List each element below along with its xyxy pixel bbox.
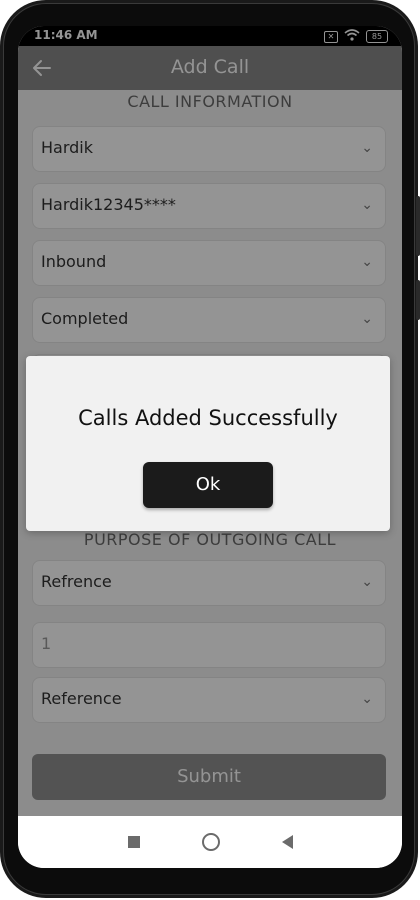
- screen: 11:46 AM ✕ 85 Add Call CALL INFORMATION …: [18, 26, 402, 868]
- dialog-message: Calls Added Successfully: [78, 406, 338, 430]
- nav-bar: [18, 816, 402, 868]
- phone-frame: 11:46 AM ✕ 85 Add Call CALL INFORMATION …: [0, 0, 420, 898]
- recents-icon[interactable]: [127, 836, 140, 848]
- volume-button: [416, 196, 420, 256]
- back-icon[interactable]: [281, 835, 293, 849]
- home-icon[interactable]: [201, 833, 220, 851]
- ok-button[interactable]: Ok: [143, 462, 273, 508]
- power-button: [416, 280, 420, 320]
- success-dialog: Calls Added Successfully Ok: [26, 356, 390, 531]
